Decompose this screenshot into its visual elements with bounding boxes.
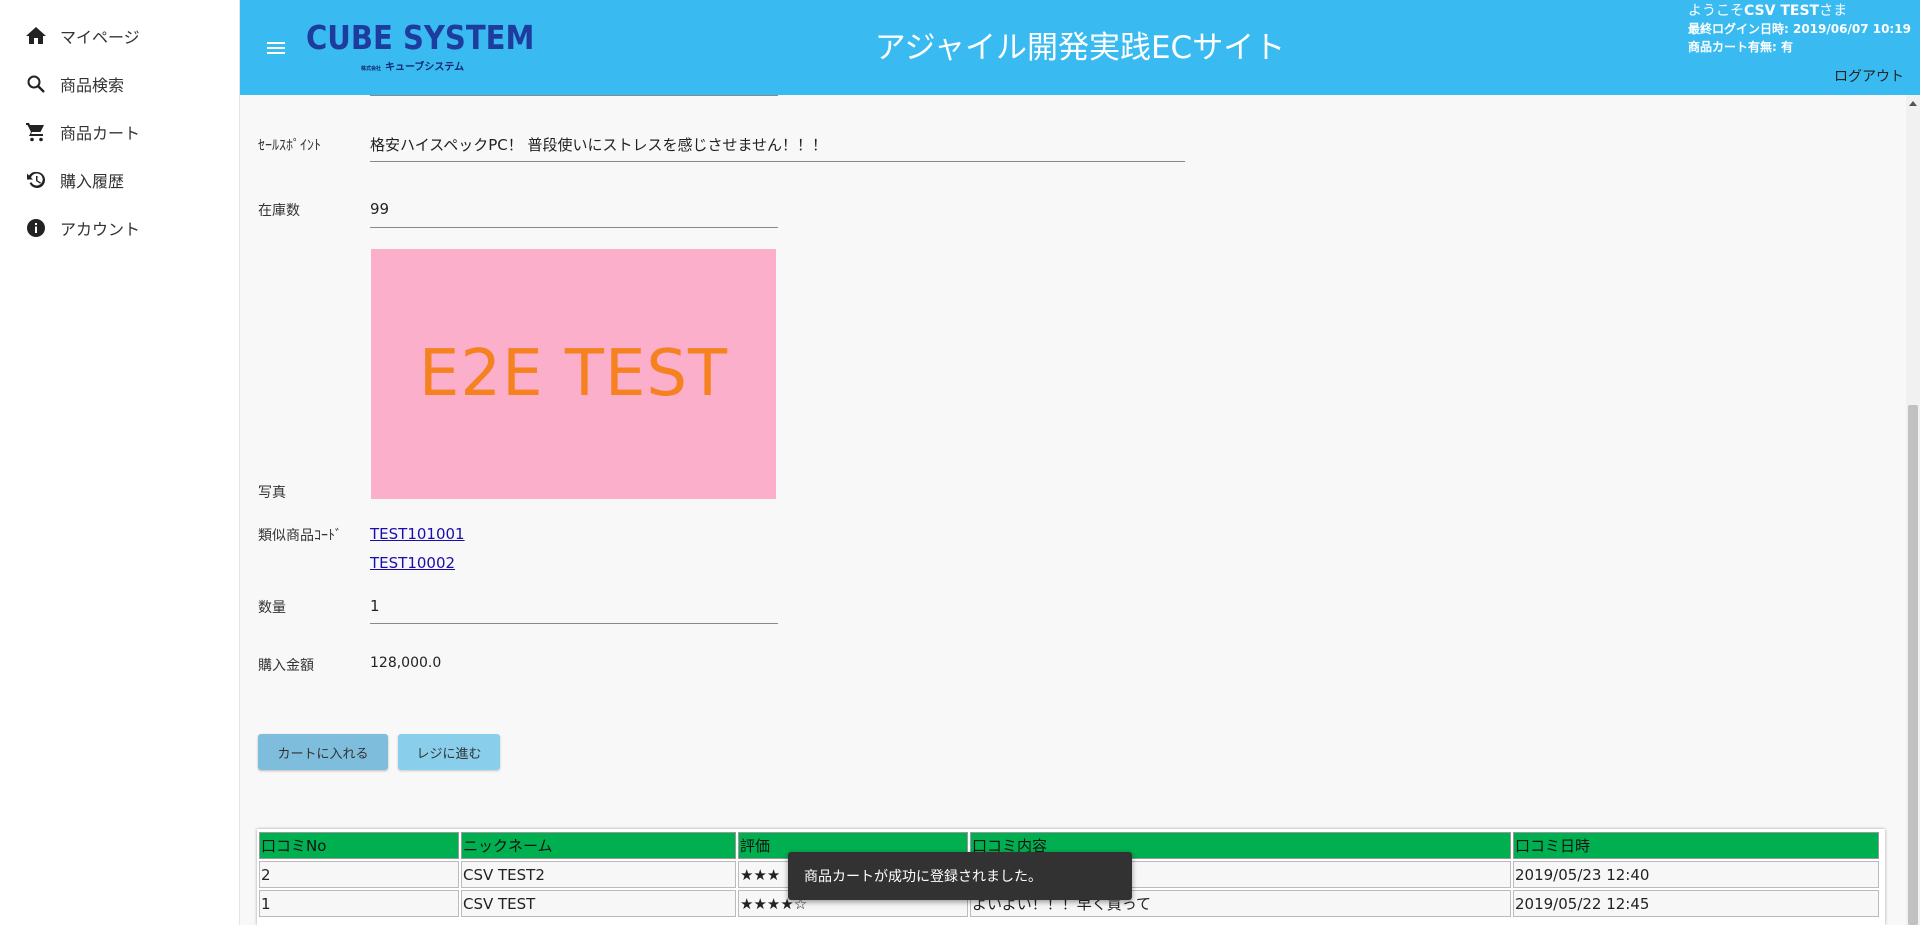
sidebar-item-label: 商品カート bbox=[60, 124, 141, 143]
field-underline bbox=[370, 227, 778, 228]
search-icon bbox=[24, 72, 48, 96]
checkout-button[interactable]: レジに進む bbox=[398, 734, 500, 770]
sidebar-item-account[interactable]: アカウント bbox=[0, 204, 239, 252]
sidebar-item-label: 商品検索 bbox=[60, 76, 125, 95]
sidebar-item-label: 購入履歴 bbox=[60, 172, 125, 191]
history-icon bbox=[24, 168, 48, 192]
review-nickname: CSV TEST2 bbox=[461, 861, 736, 888]
column-header: 口コミ日時 bbox=[1513, 832, 1879, 859]
column-header: 口コミNo bbox=[259, 832, 459, 859]
review-date: 2019/05/23 12:40 bbox=[1513, 861, 1879, 888]
scroll-up-arrow-icon[interactable] bbox=[1909, 101, 1917, 106]
sales-point-label: ｾｰﾙｽﾎﾟｲﾝﾄ bbox=[258, 138, 321, 154]
welcome-text: ようこそCSV TESTさま bbox=[1688, 3, 1848, 19]
similar-code-link[interactable]: TEST10002 bbox=[370, 554, 455, 572]
toast-message: 商品カートが成功に登録されました。 bbox=[804, 869, 1042, 885]
sidebar-item-label: アカウント bbox=[60, 220, 141, 239]
review-date: 2019/05/22 12:45 bbox=[1513, 890, 1879, 917]
product-photo: E2E TEST bbox=[371, 249, 776, 499]
home-icon bbox=[24, 24, 48, 48]
column-header: ニックネーム bbox=[461, 832, 736, 859]
logo-subtext: 株式会社 キューブシステム bbox=[361, 62, 465, 73]
logout-link[interactable]: ログアウト bbox=[1834, 66, 1904, 86]
amount-value: 128,000.0 bbox=[370, 655, 442, 671]
company-logo[interactable]: CUBE SYSTEM 株式会社 キューブシステム bbox=[306, 18, 535, 74]
product-detail: ｾｰﾙｽﾎﾟｲﾝﾄ 格安ハイスペックPC！ 普段使いにストレスを感じさせません！… bbox=[240, 95, 1906, 925]
field-underline bbox=[370, 95, 778, 96]
field-underline bbox=[370, 623, 778, 624]
sidebar-item-mypage[interactable]: マイページ bbox=[0, 12, 239, 60]
cart-icon bbox=[24, 120, 48, 144]
similar-code-link[interactable]: TEST101001 bbox=[370, 525, 465, 543]
quantity-field[interactable]: 1 bbox=[370, 597, 380, 615]
sidebar-item-label: マイページ bbox=[60, 28, 140, 47]
cart-status: 商品カート有無: 有 bbox=[1688, 40, 1793, 54]
sidebar: マイページ 商品検索 商品カート 購入履歴 アカウント bbox=[0, 0, 240, 925]
field-underline bbox=[370, 161, 1185, 162]
stock-label: 在庫数 bbox=[258, 203, 300, 219]
snackbar-toast: 商品カートが成功に登録されました。 bbox=[788, 852, 1132, 900]
app-header: CUBE SYSTEM 株式会社 キューブシステム アジャイル開発実践ECサイト … bbox=[240, 0, 1920, 95]
review-no: 2 bbox=[259, 861, 459, 888]
photo-label: 写真 bbox=[258, 485, 286, 501]
menu-icon[interactable] bbox=[264, 36, 288, 60]
sidebar-item-history[interactable]: 購入履歴 bbox=[0, 156, 239, 204]
quantity-label: 数量 bbox=[258, 600, 286, 616]
info-icon bbox=[24, 216, 48, 240]
vertical-scrollbar[interactable] bbox=[1906, 95, 1920, 925]
sales-point-field[interactable]: 格安ハイスペックPC！ 普段使いにストレスを感じさせません！！！ bbox=[370, 134, 827, 155]
similar-code-label: 類似商品ｺｰﾄﾞ bbox=[258, 528, 342, 544]
amount-label: 購入金額 bbox=[258, 658, 314, 674]
sidebar-item-search[interactable]: 商品検索 bbox=[0, 60, 239, 108]
stock-field[interactable]: 99 bbox=[370, 200, 389, 218]
add-to-cart-button[interactable]: カートに入れる bbox=[258, 734, 388, 770]
review-no: 1 bbox=[259, 890, 459, 917]
scrollbar-thumb[interactable] bbox=[1908, 405, 1918, 925]
sidebar-item-cart[interactable]: 商品カート bbox=[0, 108, 239, 156]
last-login: 最終ログイン日時: 2019/06/07 10:19 bbox=[1688, 22, 1911, 36]
user-info: ようこそCSV TESTさま 最終ログイン日時: 2019/06/07 10:1… bbox=[1688, 2, 1911, 56]
photo-text: E2E TEST bbox=[418, 337, 729, 411]
review-nickname: CSV TEST bbox=[461, 890, 736, 917]
logo-text: CUBE SYSTEM bbox=[306, 18, 535, 57]
